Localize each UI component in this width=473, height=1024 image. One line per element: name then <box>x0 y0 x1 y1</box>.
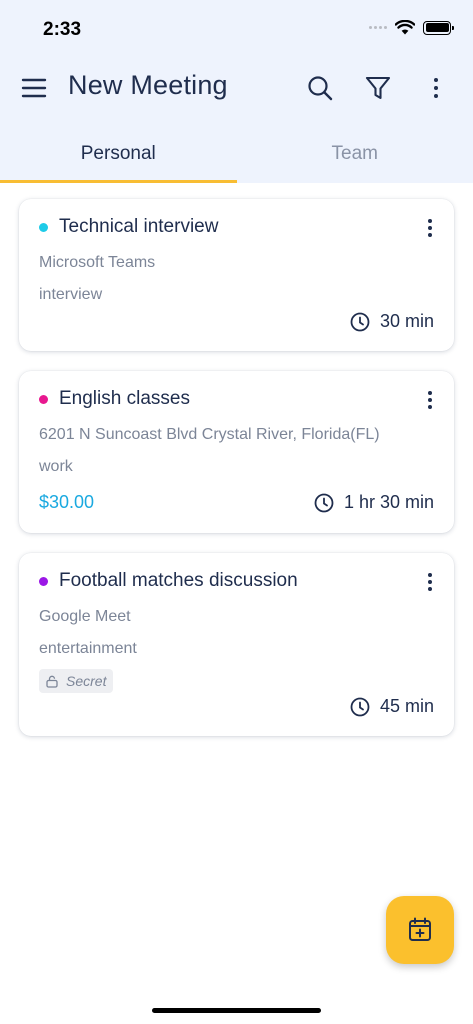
card-title-row: English classes <box>39 388 190 410</box>
page-title: New Meeting <box>68 70 228 100</box>
home-indicator <box>152 1008 321 1013</box>
status-dot <box>39 576 48 586</box>
meeting-price: $30.00 <box>39 492 95 512</box>
calendar-add-icon <box>409 917 431 941</box>
more-vertical-icon <box>434 78 438 98</box>
badge-label: Secret <box>66 673 107 689</box>
duration-text: 45 min <box>379 696 434 716</box>
clock-icon <box>350 697 370 716</box>
status-bar: 2:33 <box>0 0 473 58</box>
meeting-category: work <box>39 458 73 475</box>
battery-icon <box>423 20 454 35</box>
tab-personal[interactable]: Personal <box>0 120 237 183</box>
clock-icon <box>350 312 370 331</box>
meeting-card[interactable]: English classes 6201 N Suncoast Blvd Cry… <box>19 371 454 533</box>
add-meeting-button[interactable] <box>386 896 454 964</box>
meeting-duration: 30 min <box>350 311 434 332</box>
meeting-location: Google Meet <box>39 608 131 625</box>
card-more-button[interactable] <box>420 215 440 241</box>
filter-icon <box>365 76 391 100</box>
duration-text: 30 min <box>379 311 434 331</box>
menu-button[interactable] <box>20 74 48 102</box>
card-more-button[interactable] <box>420 387 440 413</box>
meeting-title: English classes <box>59 388 190 409</box>
status-icons <box>369 20 454 35</box>
status-dot <box>39 394 48 404</box>
more-vertical-icon <box>428 391 432 409</box>
meeting-category: interview <box>39 286 103 303</box>
signal-icon <box>369 26 387 29</box>
card-more-button[interactable] <box>420 569 440 595</box>
card-title-row: Technical interview <box>39 216 218 238</box>
meeting-card[interactable]: Technical interview Microsoft Teams inte… <box>19 199 454 351</box>
filter-button[interactable] <box>363 73 393 103</box>
tab-bar: Personal Team <box>0 120 473 183</box>
meeting-title: Technical interview <box>59 216 219 237</box>
more-vertical-icon <box>428 573 432 591</box>
search-button[interactable] <box>305 73 335 103</box>
meeting-location: 6201 N Suncoast Blvd Crystal River, Flor… <box>39 426 380 443</box>
card-title-row: Football matches discussion <box>39 570 298 592</box>
duration-text: 1 hr 30 min <box>343 492 434 512</box>
tab-team[interactable]: Team <box>237 120 473 183</box>
meeting-duration: 1 hr 30 min <box>314 492 434 513</box>
more-vertical-icon <box>428 219 432 237</box>
wifi-icon <box>395 20 415 35</box>
menu-icon <box>21 78 47 98</box>
secret-badge: Secret <box>39 669 114 693</box>
status-dot <box>39 222 48 232</box>
meeting-location: Microsoft Teams <box>39 254 156 271</box>
more-options-button[interactable] <box>421 73 451 103</box>
meeting-category: entertainment <box>39 640 137 657</box>
status-time: 2:33 <box>43 19 82 40</box>
header: 2:33 New Meeting Personal Team <box>0 0 473 183</box>
meeting-title: Football matches discussion <box>59 570 298 591</box>
clock-icon <box>314 493 334 512</box>
meeting-card[interactable]: Football matches discussion Google Meet … <box>19 553 454 736</box>
lock-icon <box>46 675 58 688</box>
meeting-duration: 45 min <box>350 696 434 717</box>
app-bar: New Meeting <box>0 58 473 120</box>
search-icon <box>308 76 333 101</box>
